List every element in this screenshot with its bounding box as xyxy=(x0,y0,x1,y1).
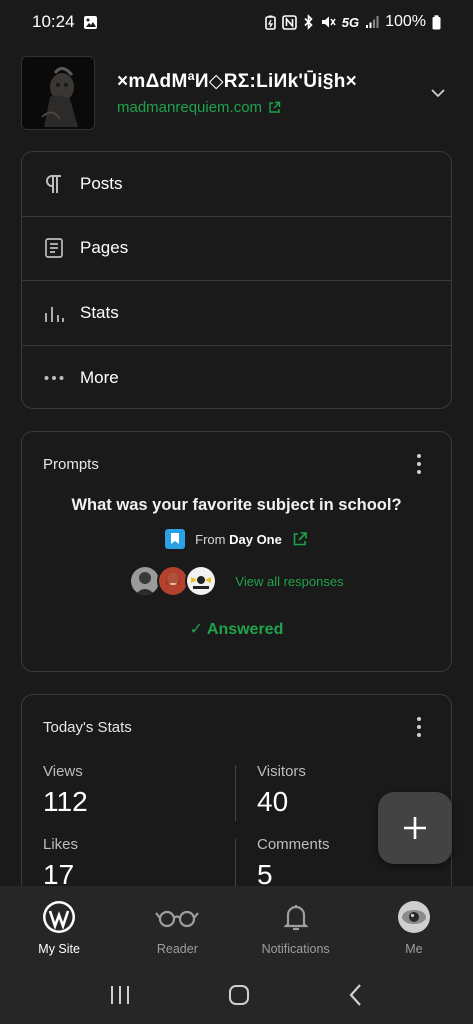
stat-label: Comments xyxy=(257,836,330,853)
menu-item-pages[interactable]: Pages xyxy=(22,217,451,281)
recent-apps-icon[interactable] xyxy=(108,984,132,1006)
menu-item-posts[interactable]: Posts xyxy=(22,152,451,217)
response-avatars[interactable] xyxy=(129,565,218,597)
home-icon[interactable] xyxy=(227,983,251,1007)
nfc-icon xyxy=(281,14,297,30)
prompts-card: Prompts What was your favorite subject i… xyxy=(21,431,452,672)
site-icon[interactable] xyxy=(21,56,95,130)
prompts-title: Prompts xyxy=(43,455,99,473)
stat-label: Likes xyxy=(43,836,79,853)
stat-comments[interactable]: Comments 5 xyxy=(257,836,330,891)
stat-visitors[interactable]: Visitors 40 xyxy=(257,763,306,818)
stats-title: Today's Stats xyxy=(43,718,132,736)
back-icon[interactable] xyxy=(346,983,366,1007)
bell-icon xyxy=(282,905,309,931)
stat-likes[interactable]: Likes 17 xyxy=(43,836,78,891)
more-vertical-icon[interactable] xyxy=(407,452,431,476)
signal-icon xyxy=(366,16,379,28)
tab-label: My Site xyxy=(38,942,80,956)
status-bar: 10:24 5G 100% xyxy=(0,0,473,44)
prompt-from-prefix: From xyxy=(195,531,226,547)
prompt-source[interactable]: From Day One xyxy=(22,529,451,549)
glasses-icon xyxy=(155,910,200,928)
system-nav-bar xyxy=(0,966,473,1024)
plus-icon xyxy=(404,817,426,839)
menu-item-label: More xyxy=(80,367,119,387)
tab-reader[interactable]: Reader xyxy=(118,886,236,966)
network-type: 5G xyxy=(341,14,360,30)
stat-value: 112 xyxy=(43,786,88,817)
external-link-icon xyxy=(269,101,281,113)
battery-level: 100% xyxy=(385,13,426,30)
site-title[interactable]: ×mΔdMªИ◇RΣ:LiИk'Ūi§h× xyxy=(117,70,426,93)
menu-item-more[interactable]: More xyxy=(22,346,451,411)
chevron-down-icon[interactable] xyxy=(426,81,450,105)
page-icon xyxy=(42,236,66,260)
stat-label: Visitors xyxy=(257,763,306,780)
stat-divider xyxy=(235,765,236,821)
wordpress-icon xyxy=(43,901,76,933)
prompt-question: What was your favorite subject in school… xyxy=(71,496,402,514)
menu-item-stats[interactable]: Stats xyxy=(22,281,451,346)
battery-icon xyxy=(432,14,441,29)
tab-label: Me xyxy=(405,942,423,956)
bluetooth-icon xyxy=(304,14,313,30)
stat-label: Views xyxy=(43,763,83,780)
prompt-from-source: Day One xyxy=(229,531,282,547)
tab-label: Reader xyxy=(156,942,198,956)
menu-item-label: Stats xyxy=(80,302,119,322)
site-url-text[interactable]: madmanrequiem.com xyxy=(117,99,262,116)
menu-item-label: Posts xyxy=(80,173,123,193)
menu-item-label: Pages xyxy=(80,238,129,258)
answered-button[interactable]: ✓ Answered xyxy=(22,619,451,639)
gallery-icon xyxy=(83,15,97,29)
mute-icon xyxy=(321,16,336,28)
bottom-nav: My Site Reader Notifications Me xyxy=(0,886,473,966)
avatar xyxy=(185,565,218,597)
day-one-icon xyxy=(165,529,186,549)
tab-my-site[interactable]: My Site xyxy=(0,886,118,966)
tab-me[interactable]: Me xyxy=(355,886,473,966)
create-fab-button[interactable] xyxy=(378,792,452,864)
stat-value: 40 xyxy=(257,786,289,817)
external-link-icon xyxy=(293,532,307,546)
site-url-link[interactable]: madmanrequiem.com xyxy=(117,99,426,116)
tab-label: Notifications xyxy=(261,942,330,956)
more-horizontal-icon xyxy=(42,366,66,390)
status-time: 10:24 xyxy=(32,12,75,31)
more-vertical-icon[interactable] xyxy=(407,715,431,739)
stat-views[interactable]: Views 112 xyxy=(43,763,88,818)
view-all-responses-link[interactable]: View all responses xyxy=(235,574,343,589)
tab-notifications[interactable]: Notifications xyxy=(237,886,355,966)
bar-chart-icon xyxy=(42,301,66,325)
avatar-icon xyxy=(397,901,430,933)
site-menu-card: Posts Pages Stats More xyxy=(21,151,452,409)
nfc-battery-icon xyxy=(264,15,276,30)
pilcrow-icon xyxy=(42,172,66,196)
site-header[interactable]: ×mΔdMªИ◇RΣ:LiИk'Ūi§h× madmanrequiem.com xyxy=(21,56,452,130)
